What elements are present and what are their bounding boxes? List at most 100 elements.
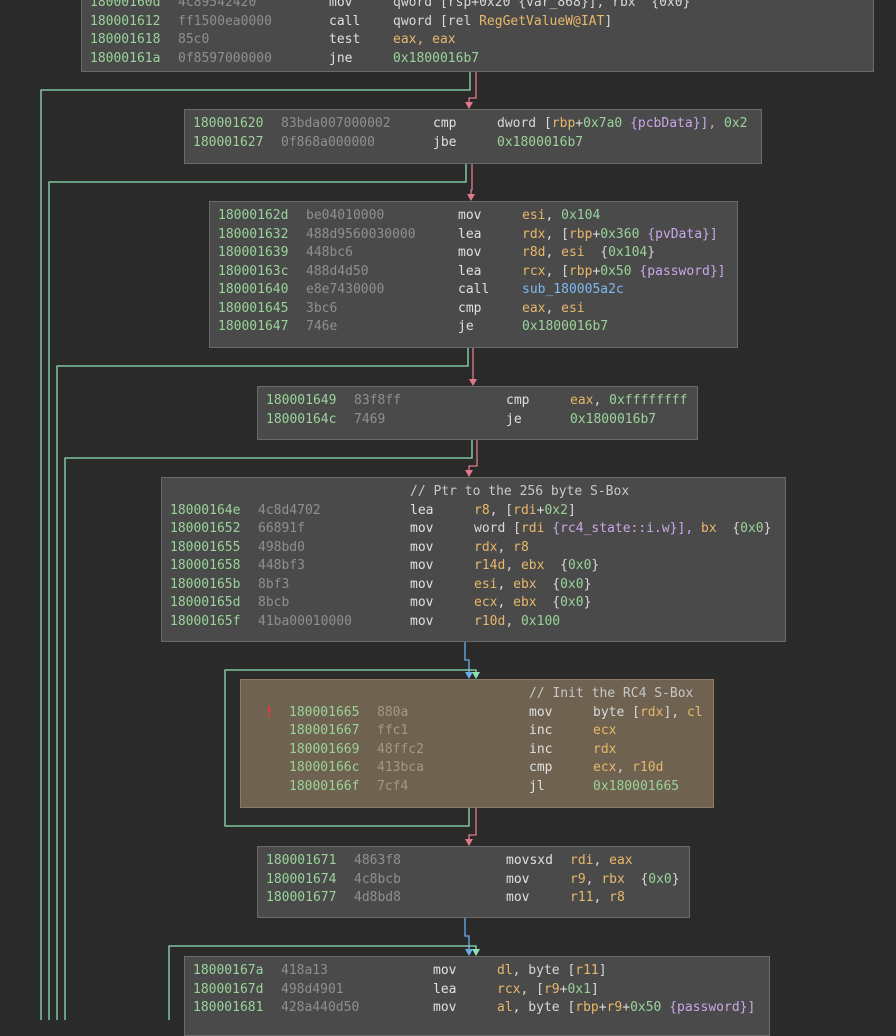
instruction-row[interactable]: 18000165d 8bcb mov ecx, ebx {0x0} — [170, 594, 777, 613]
instruction-address[interactable]: 180001674 — [266, 871, 336, 890]
instruction-address[interactable]: 180001655 — [170, 539, 240, 558]
instruction-address[interactable]: 180001681 — [193, 999, 263, 1018]
instruction-mnemonic[interactable]: call — [458, 281, 489, 300]
operand-token[interactable]: 0x360 — [600, 227, 639, 242]
instruction-operands[interactable]: rdx, [rbp+0x360 {pvData}] — [522, 226, 718, 245]
instruction-mnemonic[interactable]: test — [329, 31, 360, 50]
instruction-row[interactable]: 180001655 498bd0 mov rdx, r8 — [170, 539, 777, 558]
instruction-mnemonic[interactable]: mov — [410, 576, 433, 595]
instruction-operands[interactable]: 0x1800016b7 — [393, 50, 479, 69]
basic-block-18000162d[interactable]: 18000162d be04010000 mov esi, 0x104 18000163… — [209, 201, 738, 348]
instruction-operands[interactable]: qword [rsp+0x20 {var_868}], rbx {0x0} — [393, 0, 690, 13]
instruction-row[interactable]: 180001669 48ffc2 inc rdx — [289, 741, 705, 760]
instruction-address[interactable]: 18000161a — [90, 50, 160, 69]
operand-token[interactable]: 0x2 — [544, 503, 567, 518]
instruction-address[interactable]: 180001640 — [218, 281, 288, 300]
instruction-mnemonic[interactable]: mov — [506, 871, 529, 890]
instruction-row[interactable]: 180001667 ffc1 inc ecx — [289, 722, 705, 741]
instruction-row[interactable]: 180001632 488d9560030000 lea rdx, [rbp+0x36… — [218, 226, 729, 245]
instruction-mnemonic[interactable]: mov — [410, 539, 433, 558]
instruction-mnemonic[interactable]: mov — [410, 594, 433, 613]
instruction-operands[interactable]: eax, esi — [522, 300, 585, 319]
instruction-operands[interactable]: r14d, ebx {0x0} — [474, 557, 599, 576]
instruction-row[interactable]: 180001620 83bda007000002 cmp dword [rbp+0x7… — [193, 115, 753, 134]
instruction-address[interactable]: 180001620 — [193, 115, 263, 134]
instruction-address[interactable]: 180001627 — [193, 134, 263, 153]
instruction-operands[interactable]: r11, r8 — [570, 889, 625, 908]
instruction-address[interactable]: 180001671 — [266, 852, 336, 871]
instruction-row[interactable]: 18000167d 498d4901 lea rcx, [r9+0x1] — [193, 981, 761, 1000]
operand-token[interactable]: 0x0 — [560, 577, 583, 592]
instruction-operands[interactable]: r10d, 0x100 — [474, 613, 560, 632]
operand-token[interactable]: 0x1800016b7 — [522, 319, 608, 334]
instruction-address[interactable]: 18000162d — [218, 207, 288, 226]
instruction-operands[interactable]: word [rdi {rc4_state::i.w}], bx {0x0} — [474, 520, 771, 539]
instruction-address[interactable]: 18000166c — [289, 759, 359, 778]
instruction-address[interactable]: 180001647 — [218, 318, 288, 337]
basic-block-18000160d[interactable]: 18000160d 4c89542420 mov qword [rsp+0x20 {v… — [81, 0, 874, 72]
instruction-mnemonic[interactable]: movsxd — [506, 852, 553, 871]
instruction-mnemonic[interactable]: jne — [329, 50, 352, 69]
instruction-address[interactable]: 18000166f — [289, 778, 359, 797]
instruction-operands[interactable]: rcx, [rbp+0x50 {password}] — [522, 263, 726, 282]
instruction-mnemonic[interactable]: mov — [458, 244, 481, 263]
basic-block-18000167a[interactable]: 18000167a 418a13 mov dl, byte [r11] 18000167… — [184, 956, 770, 1036]
instruction-address[interactable]: 18000167a — [193, 962, 263, 981]
instruction-row[interactable]: 180001618 85c0 test eax, eax — [90, 31, 865, 50]
instruction-row[interactable]: 18000163c 488d4d50 lea rcx, [rbp+0x50 {pass… — [218, 263, 729, 282]
instruction-row[interactable]: 180001671 4863f8 movsxd rdi, eax — [266, 852, 681, 871]
instruction-mnemonic[interactable]: inc — [529, 741, 552, 760]
instruction-address[interactable]: 180001667 — [289, 722, 359, 741]
instruction-mnemonic[interactable]: mov — [433, 999, 456, 1018]
instruction-mnemonic[interactable]: mov — [433, 962, 456, 981]
instruction-mnemonic[interactable]: mov — [410, 557, 433, 576]
instruction-operands[interactable]: r8d, esi {0x104} — [522, 244, 655, 263]
instruction-address[interactable]: 18000165f — [170, 613, 240, 632]
instruction-mnemonic[interactable]: mov — [506, 889, 529, 908]
instruction-address[interactable]: 180001618 — [90, 31, 160, 50]
instruction-row[interactable]: 18000161a 0f8597000000 jne 0x1800016b7 — [90, 50, 865, 69]
instruction-address[interactable]: 180001645 — [218, 300, 288, 319]
instruction-mnemonic[interactable]: inc — [529, 722, 552, 741]
instruction-operands[interactable]: qword [rel RegGetValueW@IAT] — [393, 13, 612, 32]
operand-token[interactable]: 0x1800016b7 — [570, 412, 656, 427]
operand-token[interactable]: 0x7a0 — [583, 116, 622, 131]
instruction-address[interactable]: 180001649 — [266, 392, 336, 411]
instruction-mnemonic[interactable]: lea — [433, 981, 456, 1000]
instruction-address[interactable]: 180001639 — [218, 244, 288, 263]
instruction-address[interactable]: 18000160d — [90, 0, 160, 13]
basic-block-180001671[interactable]: 180001671 4863f8 movsxd rdi, eax 180001674 4c… — [257, 846, 690, 918]
instruction-operands[interactable]: r8, [rdi+0x2] — [474, 502, 576, 521]
operand-token[interactable]: RegGetValueW@IAT — [479, 14, 604, 29]
operand-token[interactable]: 0x104 — [561, 208, 600, 223]
instruction-mnemonic[interactable]: mov — [329, 0, 352, 13]
instruction-mnemonic[interactable]: lea — [458, 263, 481, 282]
basic-block-180001665[interactable]: // Init the RC4 S-Box! 180001665 880a mov by… — [240, 679, 714, 808]
instruction-operands[interactable]: rdx, r8 — [474, 539, 529, 558]
instruction-operands[interactable]: ecx — [593, 722, 616, 741]
operand-token[interactable]: 0x2 — [724, 116, 747, 131]
instruction-row[interactable]: 180001681 428a440d50 mov al, byte [rbp+r9+0… — [193, 999, 761, 1018]
operand-token[interactable]: 0x180001665 — [593, 779, 679, 794]
instruction-address[interactable]: 18000163c — [218, 263, 288, 282]
instruction-operands[interactable]: sub_180005a2c — [522, 281, 624, 300]
instruction-address[interactable]: 18000164e — [170, 502, 240, 521]
instruction-operands[interactable]: 0x1800016b7 — [570, 411, 656, 430]
instruction-mnemonic[interactable]: cmp — [529, 759, 552, 778]
instruction-mnemonic[interactable]: mov — [410, 613, 433, 632]
instruction-row[interactable]: 180001674 4c8bcb mov r9, rbx {0x0} — [266, 871, 681, 890]
operand-token[interactable]: 0x0 — [740, 521, 763, 536]
instruction-row[interactable]: 180001652 66891f mov word [rdi {rc4_state::… — [170, 520, 777, 539]
instruction-operands[interactable]: dl, byte [r11] — [497, 962, 607, 981]
operand-token[interactable]: 0x1800016b7 — [497, 135, 583, 150]
instruction-operands[interactable]: rdi, eax — [570, 852, 633, 871]
instruction-operands[interactable]: rcx, [r9+0x1] — [497, 981, 599, 1000]
instruction-address[interactable]: 180001652 — [170, 520, 240, 539]
instruction-address[interactable]: 180001612 — [90, 13, 160, 32]
instruction-row[interactable]: 18000162d be04010000 mov esi, 0x104 — [218, 207, 729, 226]
instruction-row[interactable]: 180001612 ff1500ea0000 call qword [rel RegG… — [90, 13, 865, 32]
instruction-row[interactable]: 18000166c 413bca cmp ecx, r10d — [289, 759, 705, 778]
instruction-row[interactable]: 18000165f 41ba00010000 mov r10d, 0x100 — [170, 613, 777, 632]
instruction-mnemonic[interactable]: cmp — [458, 300, 481, 319]
instruction-address[interactable]: 18000167d — [193, 981, 263, 1000]
